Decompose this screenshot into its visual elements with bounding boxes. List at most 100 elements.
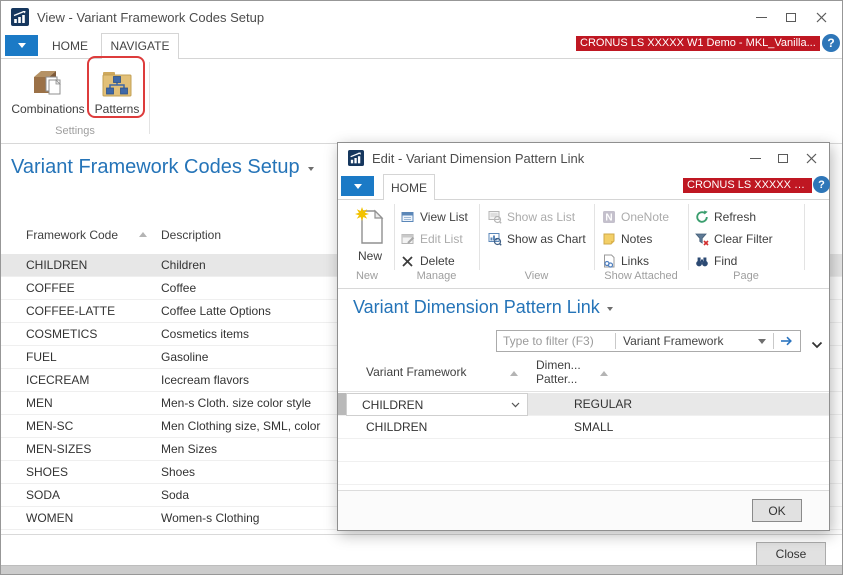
new-label: New: [347, 249, 393, 263]
ribbon-group-label-new: New: [338, 270, 396, 282]
empty-row[interactable]: [338, 462, 829, 485]
close-icon[interactable]: [806, 1, 836, 33]
show-as-list-label: Show as List: [507, 210, 575, 224]
show-as-chart-button[interactable]: Show as Chart: [488, 228, 586, 250]
edit-list-button[interactable]: Edit List: [401, 228, 468, 250]
new-icon: [347, 205, 393, 245]
column-header-dimension-pattern[interactable]: Dimen... Patter...: [536, 358, 581, 386]
view-list-label: View List: [420, 210, 468, 224]
main-titlebar: View - Variant Framework Codes Setup: [1, 1, 842, 33]
variant-framework-cell[interactable]: CHILDREN: [346, 393, 528, 416]
framework-code-cell: FUEL: [1, 350, 161, 364]
dialog-table-rows: CHILDREN REGULARCHILDRENSMALL: [338, 393, 829, 485]
help-icon[interactable]: ?: [822, 34, 840, 52]
maximize-icon[interactable]: [769, 143, 797, 173]
apply-filter-button[interactable]: [774, 331, 800, 351]
notes-button[interactable]: Notes: [602, 228, 669, 250]
close-button[interactable]: Close: [756, 542, 826, 566]
links-button[interactable]: Links: [602, 250, 669, 272]
page-title-caret-icon[interactable]: [308, 167, 314, 171]
show-as-chart-label: Show as Chart: [507, 232, 586, 246]
main-bottom-bar: Close: [1, 534, 842, 567]
show-as-list-button[interactable]: Show as List: [488, 206, 586, 228]
ribbon-group-settings: Settings: [1, 125, 149, 137]
refresh-button[interactable]: Refresh: [695, 206, 773, 228]
dialog-tab-row: HOME CRONUS LS XXXXX W... ?: [338, 173, 829, 200]
table-row[interactable]: CHILDREN REGULAR: [338, 393, 829, 416]
ribbon-group-page: Refresh Clear Filter Find: [695, 206, 773, 272]
onenote-icon: N: [602, 210, 616, 224]
clear-filter-icon: [695, 232, 709, 246]
framework-code-cell: COSMETICS: [1, 327, 161, 341]
expand-filter-pane-button[interactable]: [811, 336, 823, 354]
filter-field-label: Variant Framework: [623, 334, 723, 348]
app-icon: [11, 8, 29, 26]
tab-home[interactable]: HOME: [45, 33, 95, 59]
clear-filter-label: Clear Filter: [714, 232, 773, 246]
close-icon[interactable]: [797, 143, 825, 173]
dimension-pattern-cell: REGULAR: [574, 393, 632, 416]
ribbon-group-label-manage: Manage: [394, 270, 479, 282]
window-bottom-strip: [1, 565, 842, 574]
framework-code-cell: MEN-SIZES: [1, 442, 161, 456]
variant-framework-cell: CHILDREN: [366, 416, 427, 439]
company-badge: CRONUS LS XXXXX W1 Demo - MKL_Vanilla...: [576, 36, 820, 51]
onenote-button[interactable]: N OneNote: [602, 206, 669, 228]
combinations-button[interactable]: Combinations: [7, 64, 89, 116]
framework-code-cell: MEN: [1, 396, 161, 410]
edit-list-icon: [401, 232, 415, 246]
column-header-description[interactable]: Description: [161, 228, 221, 242]
find-icon: [695, 254, 709, 268]
filter-field-dropdown[interactable]: Variant Framework: [616, 331, 773, 351]
sort-ascending-icon[interactable]: [139, 232, 147, 237]
framework-code-cell: CHILDREN: [1, 258, 161, 272]
ribbon-group-label-show-attached: Show Attached: [594, 270, 688, 282]
view-list-icon: [401, 210, 415, 224]
framework-code-cell: WOMEN: [1, 511, 161, 525]
framework-code-cell: COFFEE-LATTE: [1, 304, 161, 318]
empty-row[interactable]: [338, 439, 829, 462]
ok-button[interactable]: OK: [752, 499, 802, 522]
header-divider: [338, 391, 829, 392]
sort-ascending-icon[interactable]: [600, 371, 608, 376]
window-title: Edit - Variant Dimension Pattern Link: [372, 151, 584, 166]
ribbon-group-label-page: Page: [688, 270, 804, 282]
row-selector[interactable]: [338, 393, 346, 415]
find-button[interactable]: Find: [695, 250, 773, 272]
new-button[interactable]: New: [347, 205, 393, 263]
column-header-framework-code[interactable]: Framework Code: [1, 228, 139, 242]
column-header-variant-framework[interactable]: Variant Framework: [366, 365, 466, 379]
ribbon-separator: [149, 62, 150, 134]
annotation-highlight: [87, 56, 145, 118]
ribbon-separator: [394, 204, 395, 270]
page-title-text: Variant Framework Codes Setup: [11, 156, 300, 178]
table-row[interactable]: CHILDRENSMALL: [338, 416, 829, 439]
framework-code-cell: MEN-SC: [1, 419, 161, 433]
dialog-window-controls: [741, 143, 825, 173]
filter-input[interactable]: [497, 331, 615, 351]
delete-icon: [401, 254, 415, 268]
page-title-caret-icon[interactable]: [607, 307, 613, 311]
notes-icon: [602, 232, 616, 246]
view-list-button[interactable]: View List: [401, 206, 468, 228]
tab-home[interactable]: HOME: [383, 174, 435, 200]
application-menu-button[interactable]: [341, 176, 374, 196]
sort-ascending-icon[interactable]: [510, 371, 518, 376]
ribbon-group-label-view: View: [479, 270, 594, 282]
framework-code-cell: SODA: [1, 488, 161, 502]
maximize-icon[interactable]: [776, 1, 806, 33]
onenote-label: OneNote: [621, 210, 669, 224]
dialog-table-header: Variant Framework Dimen... Patter...: [338, 355, 829, 392]
framework-code-cell: ICECREAM: [1, 373, 161, 387]
dialog-bottom-bar: OK: [338, 490, 829, 530]
show-as-chart-icon: [488, 232, 502, 246]
notes-label: Notes: [621, 232, 652, 246]
chevron-down-icon[interactable]: [511, 402, 520, 408]
delete-button[interactable]: Delete: [401, 250, 468, 272]
minimize-icon[interactable]: [741, 143, 769, 173]
ribbon-separator: [479, 204, 480, 270]
clear-filter-button[interactable]: Clear Filter: [695, 228, 773, 250]
application-menu-button[interactable]: [5, 35, 38, 56]
minimize-icon[interactable]: [746, 1, 776, 33]
help-icon[interactable]: ?: [813, 176, 830, 193]
